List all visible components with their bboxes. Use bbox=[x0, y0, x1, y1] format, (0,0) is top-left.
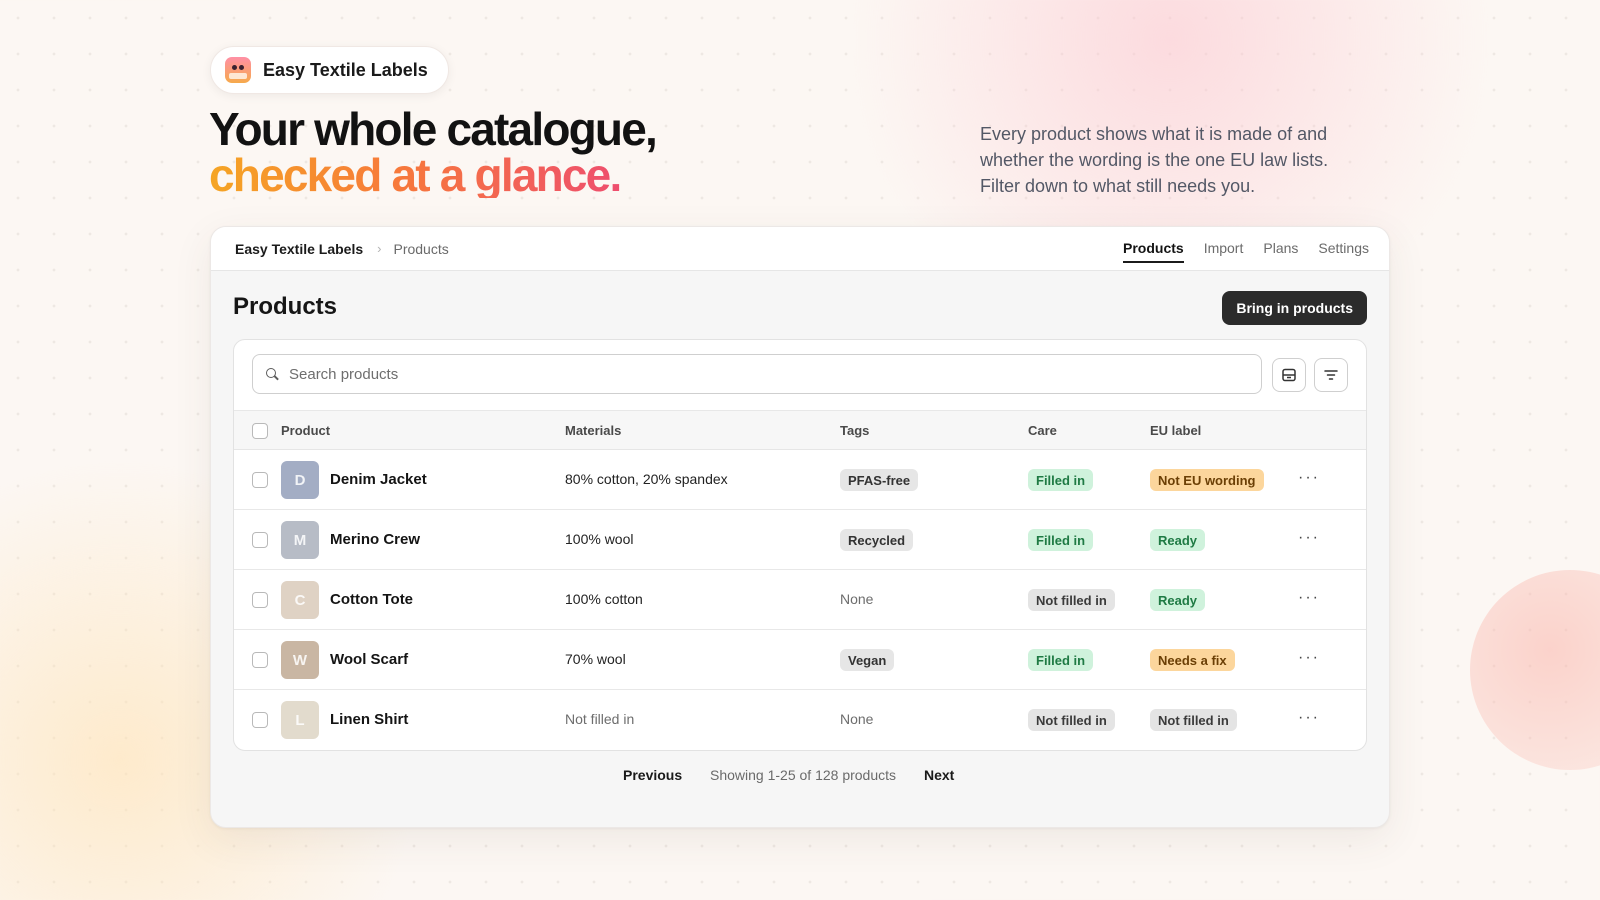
materials-cell: 70% wool bbox=[565, 651, 626, 667]
hero-line-1: Your whole catalogue, bbox=[209, 103, 658, 155]
breadcrumb-root[interactable]: Easy Textile Labels bbox=[235, 241, 363, 257]
product-name[interactable]: Wool Scarf bbox=[330, 651, 408, 668]
care-status-badge: Not filled in bbox=[1028, 589, 1115, 611]
filter-icon bbox=[1324, 370, 1338, 380]
page-header: Products Bring in products bbox=[211, 271, 1389, 343]
tags-cell: None bbox=[840, 711, 874, 727]
filter-button[interactable] bbox=[1314, 358, 1348, 392]
product-avatar: W bbox=[281, 641, 319, 679]
decorative-blob bbox=[1470, 570, 1600, 770]
care-status-badge: Filled in bbox=[1028, 469, 1094, 491]
tab-plans[interactable]: Plans bbox=[1263, 227, 1298, 271]
breadcrumb-chevron-icon: › bbox=[377, 241, 382, 256]
search-box[interactable] bbox=[252, 354, 1262, 394]
product-avatar: C bbox=[281, 581, 319, 619]
product-avatar: M bbox=[281, 521, 319, 559]
search-input[interactable] bbox=[289, 365, 1189, 383]
eu-label-status-badge: Not EU wording bbox=[1150, 469, 1264, 491]
brand-pill: Easy Textile Labels bbox=[210, 46, 449, 94]
row-more-icon[interactable]: ··· bbox=[1298, 469, 1320, 487]
row-more-icon[interactable]: ··· bbox=[1298, 529, 1320, 547]
search-icon bbox=[265, 367, 279, 381]
tags-cell: None bbox=[840, 591, 874, 607]
hero-title: Your whole catalogue, checked at a glanc… bbox=[209, 103, 658, 201]
product-name[interactable]: Cotton Tote bbox=[330, 591, 413, 608]
tag-badge: Vegan bbox=[840, 649, 895, 671]
row-checkbox[interactable] bbox=[252, 652, 268, 668]
app-window: Easy Textile Labels › Products Products … bbox=[210, 226, 1390, 828]
materials-cell: 80% cotton, 20% spandex bbox=[565, 471, 728, 487]
table-toolbar bbox=[234, 340, 1366, 410]
row-checkbox[interactable] bbox=[252, 472, 268, 488]
materials-cell: Not filled in bbox=[565, 711, 635, 727]
eu-label-status-badge: Not filled in bbox=[1150, 709, 1237, 731]
table-row[interactable]: C Cotton Tote 100% cotton None Not filled in… bbox=[234, 570, 1366, 630]
tab-import[interactable]: Import bbox=[1204, 227, 1244, 271]
next-button[interactable]: Next bbox=[924, 767, 954, 783]
row-more-icon[interactable]: ··· bbox=[1298, 589, 1320, 607]
materials-cell: 100% wool bbox=[565, 531, 634, 547]
materials-cell: 100% cotton bbox=[565, 591, 643, 607]
product-name[interactable]: Denim Jacket bbox=[330, 471, 427, 488]
products-table-card: Product Materials Tags Care EU label D De… bbox=[233, 339, 1367, 751]
table-row[interactable]: M Merino Crew 100% wool Recycled Filled in Re… bbox=[234, 510, 1366, 570]
eu-label-status-badge: Ready bbox=[1150, 589, 1206, 611]
column-header-care[interactable]: Care bbox=[1028, 423, 1057, 438]
row-more-icon[interactable]: ··· bbox=[1298, 709, 1320, 727]
tab-products[interactable]: Products bbox=[1123, 227, 1184, 271]
top-bar: Easy Textile Labels › Products Products … bbox=[211, 227, 1389, 271]
table-row[interactable]: W Wool Scarf 70% wool Vegan Filled in Needs a… bbox=[234, 630, 1366, 690]
select-all-checkbox[interactable] bbox=[252, 423, 268, 439]
bring-in-products-button[interactable]: Bring in products bbox=[1222, 291, 1367, 325]
tab-settings[interactable]: Settings bbox=[1318, 227, 1369, 271]
table-header: Product Materials Tags Care EU label bbox=[234, 410, 1366, 450]
table-row[interactable]: D Denim Jacket 80% cotton, 20% spandex PFAS… bbox=[234, 450, 1366, 510]
row-checkbox[interactable] bbox=[252, 712, 268, 728]
hero-description: Every product shows what it is made of a… bbox=[980, 124, 1329, 196]
column-header-eu-label[interactable]: EU label bbox=[1150, 423, 1201, 438]
hero-line-2: checked at a glance. bbox=[209, 149, 622, 201]
view-toggle-icon bbox=[1282, 368, 1296, 382]
previous-button[interactable]: Previous bbox=[623, 767, 682, 783]
row-more-icon[interactable]: ··· bbox=[1298, 649, 1320, 667]
column-header-product[interactable]: Product bbox=[281, 423, 330, 438]
product-name[interactable]: Merino Crew bbox=[330, 531, 420, 548]
product-name[interactable]: Linen Shirt bbox=[330, 711, 408, 728]
column-header-tags[interactable]: Tags bbox=[840, 423, 869, 438]
care-status-badge: Not filled in bbox=[1028, 709, 1115, 731]
column-header-materials[interactable]: Materials bbox=[565, 423, 621, 438]
row-checkbox[interactable] bbox=[252, 592, 268, 608]
eu-label-status-badge: Needs a fix bbox=[1150, 649, 1235, 671]
tag-badge: Recycled bbox=[840, 529, 914, 551]
product-avatar: D bbox=[281, 461, 319, 499]
table-body: D Denim Jacket 80% cotton, 20% spandex PFAS… bbox=[234, 450, 1366, 750]
table-row[interactable]: L Linen Shirt Not filled in None Not filled … bbox=[234, 690, 1366, 750]
care-status-badge: Filled in bbox=[1028, 649, 1094, 671]
view-toggle-button[interactable] bbox=[1272, 358, 1306, 392]
page-title: Products bbox=[233, 293, 338, 320]
label-mascot-icon bbox=[225, 57, 251, 83]
product-avatar: L bbox=[281, 701, 319, 739]
main-nav: Products Import Plans Settings bbox=[1123, 227, 1369, 271]
pagination: Previous Showing 1-25 of 128 products Ne… bbox=[211, 767, 1389, 791]
pagination-info: Showing 1-25 of 128 products bbox=[710, 767, 897, 783]
breadcrumb-current: Products bbox=[393, 240, 449, 257]
tag-badge: PFAS-free bbox=[840, 469, 919, 491]
care-status-badge: Filled in bbox=[1028, 529, 1094, 551]
eu-label-status-badge: Ready bbox=[1150, 529, 1206, 551]
row-checkbox[interactable] bbox=[252, 532, 268, 548]
brand-name: Easy Textile Labels bbox=[263, 59, 428, 80]
